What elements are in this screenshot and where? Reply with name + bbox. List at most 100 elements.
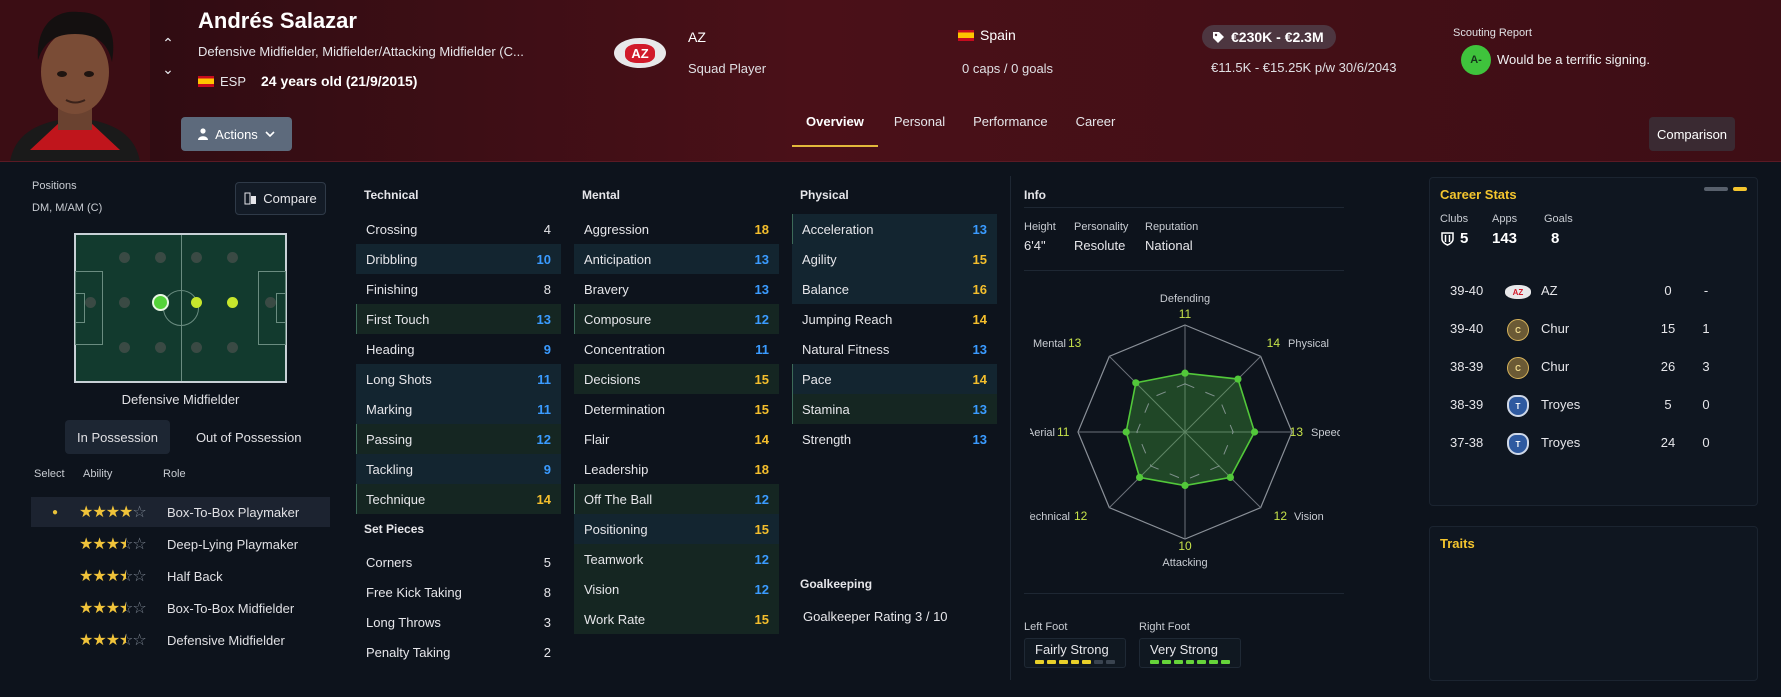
tab-personal[interactable]: Personal bbox=[880, 112, 959, 147]
club-logo[interactable]: AZ bbox=[614, 38, 666, 68]
role-row[interactable]: ★★★☆★☆ Deep-Lying Playmaker bbox=[31, 529, 330, 559]
attribute-row[interactable]: Determination 15 bbox=[574, 394, 779, 424]
attribute-row[interactable]: Composure 12 bbox=[574, 304, 779, 334]
club-badge-icon: C bbox=[1507, 357, 1529, 379]
chevron-up-icon[interactable]: ⌃ bbox=[160, 30, 176, 56]
attribute-row[interactable]: Off The Ball 12 bbox=[574, 484, 779, 514]
attribute-row[interactable]: Concentration 11 bbox=[574, 334, 779, 364]
attribute-row[interactable]: Decisions 15 bbox=[574, 364, 779, 394]
set-pieces-title: Set Pieces bbox=[364, 522, 425, 536]
pager-dot[interactable] bbox=[1704, 187, 1728, 191]
profile-tabs: Overview Personal Performance Career bbox=[792, 112, 1129, 147]
radar-axis-label: Aerial bbox=[1030, 427, 1055, 439]
attribute-row[interactable]: Marking 11 bbox=[356, 394, 561, 424]
attribute-row[interactable]: Work Rate 15 bbox=[574, 604, 779, 634]
attribute-row[interactable]: Jumping Reach 14 bbox=[792, 304, 997, 334]
career-season: 39-40 bbox=[1450, 321, 1484, 336]
radar-axis-label: Speed bbox=[1311, 427, 1340, 439]
foot-meter-segment bbox=[1197, 660, 1207, 664]
attribute-row[interactable]: Aggression 18 bbox=[574, 214, 779, 244]
role-row[interactable]: ● ★★★★☆ Box-To-Box Playmaker bbox=[31, 497, 330, 527]
scouting-grade-badge: A- bbox=[1461, 45, 1491, 75]
tab-in-possession[interactable]: In Possession bbox=[65, 420, 170, 454]
attribute-row[interactable]: Teamwork 12 bbox=[574, 544, 779, 574]
attribute-row[interactable]: Natural Fitness 13 bbox=[792, 334, 997, 364]
attribute-name: Dribbling bbox=[366, 251, 418, 267]
attribute-row[interactable]: Tackling 9 bbox=[356, 454, 561, 484]
attribute-row[interactable]: Penalty Taking 2 bbox=[356, 637, 561, 667]
info-separator bbox=[1024, 207, 1344, 208]
attribute-row[interactable]: Finishing 8 bbox=[356, 274, 561, 304]
attribute-name: Teamwork bbox=[584, 551, 644, 567]
header-ability: Ability bbox=[83, 468, 113, 480]
scouting-report-title: Scouting Report bbox=[1453, 27, 1532, 39]
attribute-row[interactable]: Technique 14 bbox=[356, 484, 561, 514]
tab-performance[interactable]: Performance bbox=[959, 112, 1061, 147]
club-name[interactable]: AZ bbox=[688, 29, 706, 45]
radar-axis-label: Mental bbox=[1033, 338, 1066, 350]
goalkeeping-title: Goalkeeping bbox=[800, 577, 873, 591]
role-select-indicator[interactable]: ● bbox=[31, 507, 79, 518]
attribute-name: Passing bbox=[366, 431, 413, 447]
compare-button[interactable]: Compare bbox=[235, 182, 326, 215]
career-season: 39-40 bbox=[1450, 283, 1484, 298]
attribute-row[interactable]: Leadership 18 bbox=[574, 454, 779, 484]
attribute-row[interactable]: Pace 14 bbox=[792, 364, 997, 394]
chevron-down-icon[interactable]: ⌄ bbox=[160, 56, 176, 82]
attribute-row[interactable]: Stamina 13 bbox=[792, 394, 997, 424]
attribute-row[interactable]: Dribbling 10 bbox=[356, 244, 561, 274]
attribute-value: 3 bbox=[543, 614, 551, 630]
attribute-row[interactable]: Passing 12 bbox=[356, 424, 561, 454]
attribute-row[interactable]: Long Throws 3 bbox=[356, 607, 561, 637]
attribute-row[interactable]: Long Shots 11 bbox=[356, 364, 561, 394]
attribute-value: 18 bbox=[754, 221, 769, 237]
price-tag-icon bbox=[1213, 31, 1224, 43]
goals-label: Goals bbox=[1544, 213, 1573, 225]
role-row[interactable]: ★★★☆★☆ Box-To-Box Midfielder bbox=[31, 593, 330, 623]
attribute-row[interactable]: Strength 13 bbox=[792, 424, 997, 454]
career-goals: - bbox=[1703, 283, 1709, 298]
clubs-count: 5 bbox=[1460, 230, 1469, 247]
tab-out-of-possession[interactable]: Out of Possession bbox=[184, 420, 314, 454]
role-name: Box-To-Box Playmaker bbox=[167, 504, 300, 520]
player-name: Andrés Salazar bbox=[198, 8, 357, 33]
attribute-name: Composure bbox=[584, 311, 652, 327]
role-row[interactable]: ★★★☆★☆ Defensive Midfielder bbox=[31, 625, 330, 655]
career-row[interactable]: 39-40 AZ AZ 0 - bbox=[1434, 277, 1728, 307]
role-row[interactable]: ★★★☆★☆ Half Back bbox=[31, 561, 330, 591]
nation[interactable]: Spain bbox=[958, 27, 1016, 43]
career-row[interactable]: 38-39 C Chur 26 3 bbox=[1434, 353, 1728, 383]
radar-axis-value: 12 bbox=[1274, 509, 1288, 523]
physical-attributes: Acceleration 13 Agility 15 Balance 16 Jumping … bbox=[792, 214, 997, 454]
info-divider bbox=[1010, 176, 1011, 680]
pager-dot-active[interactable] bbox=[1733, 187, 1747, 191]
attribute-row[interactable]: Anticipation 13 bbox=[574, 244, 779, 274]
attribute-row[interactable]: Free Kick Taking 8 bbox=[356, 577, 561, 607]
left-foot-box: Fairly Strong bbox=[1024, 638, 1126, 668]
attribute-row[interactable]: Positioning 15 bbox=[574, 514, 779, 544]
radar-axis-value: 13 bbox=[1290, 425, 1304, 439]
attribute-row[interactable]: First Touch 13 bbox=[356, 304, 561, 334]
attribute-row[interactable]: Crossing 4 bbox=[356, 214, 561, 244]
position-pitch bbox=[74, 233, 287, 383]
radar-axis-value: 12 bbox=[1074, 509, 1088, 523]
attribute-row[interactable]: Corners 5 bbox=[356, 547, 561, 577]
attribute-row[interactable]: Agility 15 bbox=[792, 244, 997, 274]
attribute-value: 13 bbox=[972, 401, 987, 417]
tab-overview[interactable]: Overview bbox=[792, 112, 878, 147]
career-row[interactable]: 39-40 C Chur 15 1 bbox=[1434, 315, 1728, 345]
attribute-row[interactable]: Flair 14 bbox=[574, 424, 779, 454]
comparison-button[interactable]: Comparison bbox=[1649, 117, 1735, 151]
attribute-row[interactable]: Bravery 13 bbox=[574, 274, 779, 304]
personality-value: Resolute bbox=[1074, 238, 1126, 253]
foot-meter-segment bbox=[1058, 660, 1068, 664]
tab-career[interactable]: Career bbox=[1062, 112, 1130, 147]
attribute-row[interactable]: Balance 16 bbox=[792, 274, 997, 304]
attribute-row[interactable]: Vision 12 bbox=[574, 574, 779, 604]
career-row[interactable]: 38-39 T Troyes 5 0 bbox=[1434, 391, 1728, 421]
attribute-row[interactable]: Heading 9 bbox=[356, 334, 561, 364]
career-row[interactable]: 37-38 T Troyes 24 0 bbox=[1434, 429, 1728, 459]
actions-button[interactable]: Actions bbox=[181, 117, 292, 151]
career-goals: 3 bbox=[1702, 359, 1710, 374]
attribute-row[interactable]: Acceleration 13 bbox=[792, 214, 997, 244]
